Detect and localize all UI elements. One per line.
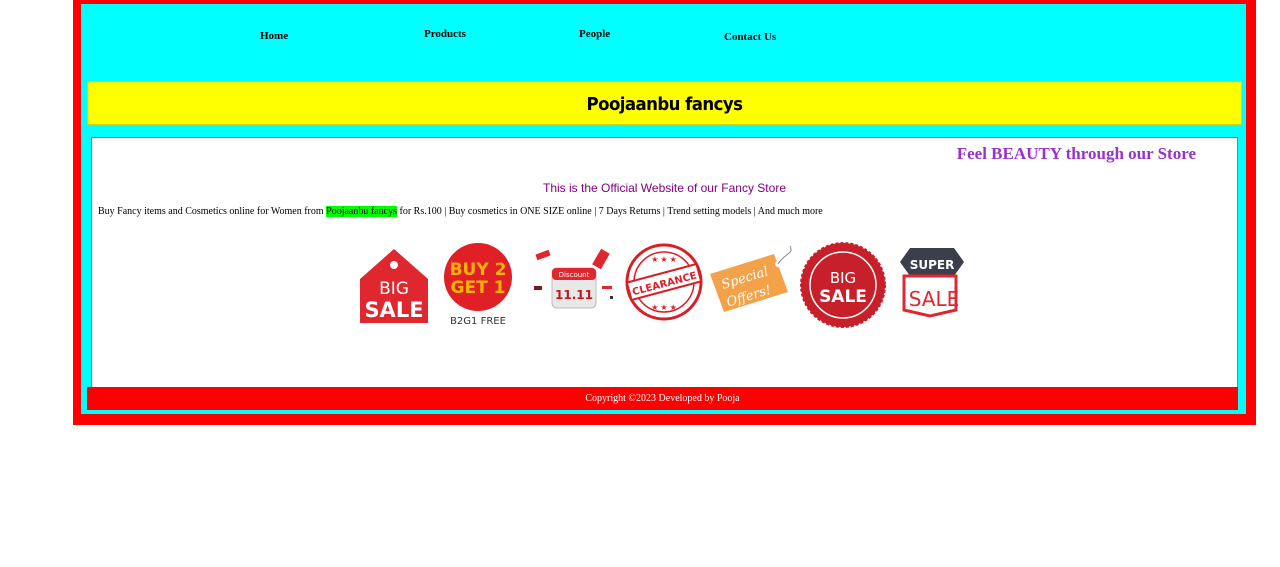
- nav-people-link[interactable]: People: [579, 28, 610, 40]
- seal-big-text: BIG: [830, 269, 856, 287]
- discount-date: 11.11: [555, 288, 593, 302]
- footer: Copyright ©2023 Developed by Pooja: [87, 387, 1238, 410]
- big-sale-text-bottom: SALE: [364, 298, 423, 322]
- svg-text:★ ★ ★: ★ ★ ★: [651, 303, 677, 312]
- super-text: SUPER: [910, 258, 955, 272]
- clearance-stamp-icon[interactable]: CLEARANCE ★ ★ ★ ★ ★ ★: [624, 242, 704, 322]
- buy2-get1-icon[interactable]: BUY 2 GET 1 B2G1 FREE: [442, 242, 514, 328]
- super-sale-text: SALE: [909, 287, 960, 311]
- svg-text:★ ★ ★: ★ ★ ★: [651, 255, 677, 264]
- seal-sale-text: SALE: [819, 287, 867, 307]
- page-frame: Home Products People Contact Us Poojaanb…: [73, 0, 1256, 425]
- discount-calendar-icon[interactable]: Discount 11.11: [530, 246, 620, 314]
- big-sale-text-top: BIG: [379, 279, 409, 299]
- description-text-rest: for Rs.100 | Buy cosmetics in ONE SIZE o…: [396, 206, 823, 217]
- special-offers-tag-icon[interactable]: Special Offers!: [708, 246, 796, 318]
- get1-text: GET 1: [451, 278, 506, 298]
- nav-contact-link[interactable]: Contact Us: [724, 31, 776, 43]
- b2g1-caption: B2G1 FREE: [450, 316, 506, 327]
- super-sale-icon[interactable]: SUPER SALE: [896, 246, 966, 318]
- main-content: Feel BEAUTY through our Store This is th…: [91, 137, 1238, 389]
- description-text: Buy Fancy items and Cosmetics online for…: [98, 206, 327, 217]
- store-description: Buy Fancy items and Cosmetics online for…: [98, 206, 823, 217]
- copyright-text: Copyright ©2023 Developed by Pooja: [585, 393, 740, 404]
- big-sale-seal-icon[interactable]: BIG SALE: [800, 242, 886, 328]
- buy2-text: BUY 2: [450, 260, 507, 280]
- official-tagline: This is the Official Website of our Fanc…: [543, 181, 786, 195]
- marquee-text: Feel BEAUTY through our Store: [956, 144, 1196, 163]
- discount-label: Discount: [559, 271, 590, 279]
- title-banner: Poojaanbu fancys: [87, 81, 1242, 125]
- page-title: Poojaanbu fancys: [586, 94, 743, 115]
- store-name-highlight: Poojaanbu fancys: [326, 206, 397, 217]
- nav-home-link[interactable]: Home: [260, 30, 288, 42]
- nav-products-link[interactable]: Products: [424, 28, 466, 40]
- page-container: Home Products People Contact Us Poojaanb…: [79, 2, 1248, 416]
- big-sale-tag-icon[interactable]: BIG SALE: [358, 247, 430, 325]
- offer-icons: BIG SALE BUY 2 GET 1 B2G1 FREE Discount …: [356, 242, 976, 332]
